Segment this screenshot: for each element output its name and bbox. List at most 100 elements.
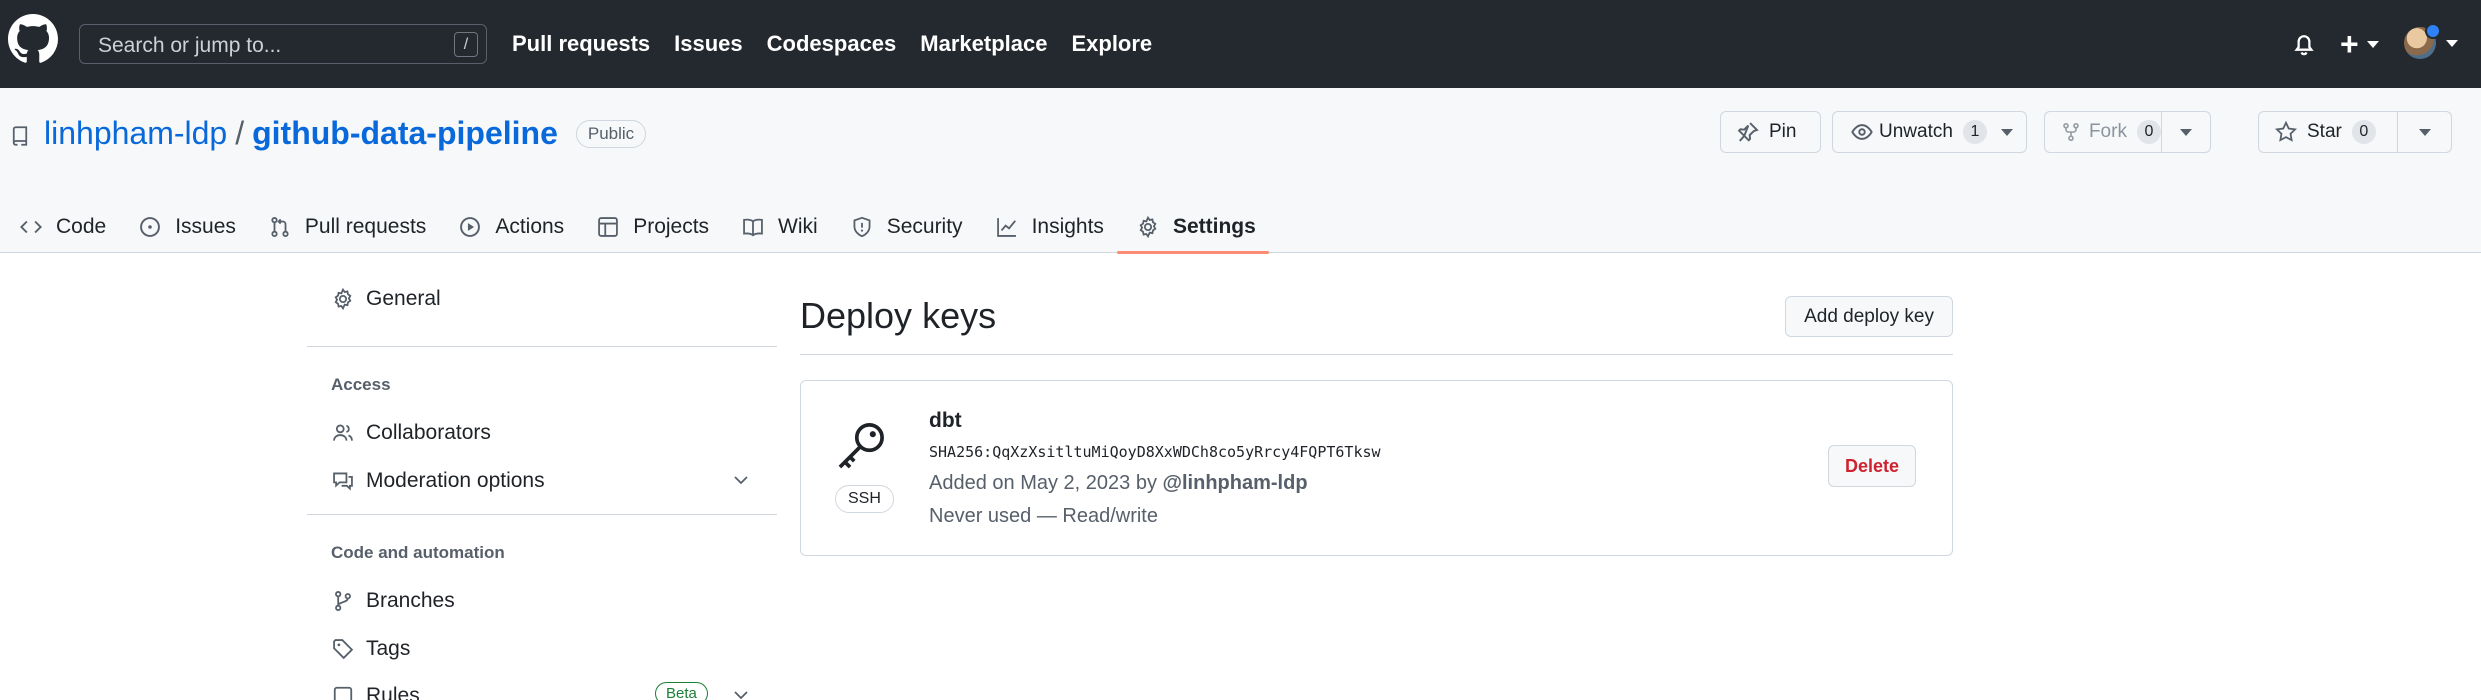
- fork-label: Fork: [2088, 121, 2127, 142]
- key-title: dbt: [929, 409, 962, 432]
- chevron-down-icon: [734, 691, 748, 700]
- repo-push-icon: [333, 686, 353, 700]
- sidebar-item-label: General: [366, 287, 441, 310]
- nav-codespaces[interactable]: Codespaces: [767, 31, 897, 57]
- sidebar-item-moderation[interactable]: Moderation options: [307, 459, 777, 503]
- avatar: [2404, 23, 2441, 59]
- settings-sidebar: General Access Collaborators Moderation …: [307, 253, 777, 700]
- fork-button[interactable]: Fork 0: [2044, 111, 2211, 153]
- branch-icon: [335, 591, 351, 611]
- eye-icon: [1851, 124, 1873, 140]
- notifications-bell-icon[interactable]: [2291, 31, 2317, 57]
- sidebar-item-tags[interactable]: Tags: [307, 627, 777, 671]
- pin-label: Pin: [1769, 121, 1797, 142]
- repo-owner-link[interactable]: linhpham-ldp: [44, 115, 227, 152]
- tab-label: Code: [56, 214, 107, 238]
- repo-title: linhpham-ldp / github-data-pipeline Publ…: [44, 115, 647, 152]
- beta-badge: Beta: [655, 682, 708, 700]
- sidebar-divider: [307, 346, 777, 347]
- tab-wiki[interactable]: Wiki: [722, 200, 831, 253]
- gear-icon: [334, 288, 352, 310]
- star-button[interactable]: Star 0: [2258, 111, 2452, 153]
- tab-pull-requests[interactable]: Pull requests: [249, 200, 439, 253]
- sidebar-heading-access: Access: [331, 375, 391, 394]
- chevron-down-icon: [734, 476, 748, 485]
- tab-label: Issues: [175, 214, 236, 238]
- tab-settings[interactable]: Settings: [1116, 200, 1269, 254]
- nav-marketplace[interactable]: Marketplace: [920, 31, 1047, 57]
- sidebar-heading-code-automation: Code and automation: [331, 543, 505, 562]
- sidebar-item-label: Collaborators: [366, 421, 491, 444]
- sidebar-item-label: Tags: [366, 637, 411, 660]
- repo-icon: [12, 126, 28, 146]
- tab-label: Actions: [495, 214, 565, 238]
- nav-pull-requests[interactable]: Pull requests: [512, 31, 650, 57]
- key-added-date: Added on May 2, 2023 by: [929, 472, 1163, 494]
- nav-explore[interactable]: Explore: [1071, 31, 1152, 57]
- sidebar-item-label: Rules: [366, 684, 420, 700]
- fork-icon: [2063, 122, 2079, 142]
- create-new-menu[interactable]: +: [2340, 27, 2379, 61]
- user-menu[interactable]: [2404, 23, 2458, 59]
- search-placeholder: Search or jump to...: [98, 34, 282, 57]
- nav-issues[interactable]: Issues: [674, 31, 743, 57]
- play-icon: [460, 216, 481, 237]
- star-count: 0: [2351, 120, 2376, 144]
- repo-tabs: Code Issues Pull requests Actions Projec…: [0, 200, 1269, 254]
- sidebar-item-general[interactable]: General: [307, 277, 777, 321]
- chevron-down-icon: [2000, 128, 2013, 136]
- star-icon: [2275, 121, 2297, 142]
- shield-icon: [853, 216, 871, 237]
- chevron-down-icon: [2418, 128, 2431, 136]
- sidebar-item-branches[interactable]: Branches: [307, 579, 777, 623]
- key-icon: [838, 423, 884, 469]
- delete-key-button[interactable]: Delete: [1827, 445, 1916, 487]
- tab-actions[interactable]: Actions: [439, 200, 577, 253]
- tab-issues[interactable]: Issues: [119, 200, 249, 253]
- table-icon: [598, 216, 619, 237]
- tab-label: Wiki: [778, 214, 818, 238]
- sidebar-divider: [307, 514, 777, 515]
- comment-discussion-icon: [333, 472, 353, 491]
- page-title: Deploy keys: [800, 295, 997, 336]
- book-icon: [743, 218, 763, 236]
- repo-name-link[interactable]: github-data-pipeline: [252, 115, 558, 152]
- pin-button[interactable]: Pin: [1720, 111, 1821, 153]
- search-shortcut-key: /: [454, 32, 478, 57]
- gear-icon: [1139, 215, 1157, 238]
- chevron-down-icon: [2446, 39, 2458, 47]
- add-deploy-key-button[interactable]: Add deploy key: [1785, 296, 1953, 337]
- sidebar-item-label: Moderation options: [366, 469, 545, 492]
- watch-count: 1: [1962, 120, 1987, 144]
- star-label: Star: [2307, 121, 2342, 142]
- repo-header: linhpham-ldp / github-data-pipeline Publ…: [0, 88, 2481, 254]
- key-usage-info: Never used — Read/write: [929, 505, 1158, 527]
- key-added-by-link[interactable]: @linhpham-ldp: [1163, 472, 1308, 494]
- sidebar-item-rules[interactable]: Rules Beta: [307, 674, 777, 700]
- key-fingerprint: SHA256:QqXzXsitltuMiQoyD8XxWDCh8co5yRrcy…: [929, 443, 1381, 461]
- chevron-down-icon: [2366, 40, 2379, 48]
- github-logo-icon[interactable]: [8, 14, 58, 64]
- tab-label: Projects: [633, 214, 710, 238]
- sidebar-item-collaborators[interactable]: Collaborators: [307, 411, 777, 455]
- watch-button[interactable]: Unwatch 1: [1832, 111, 2027, 153]
- tab-label: Insights: [1031, 214, 1104, 238]
- search-input[interactable]: Search or jump to... /: [79, 24, 487, 64]
- status-dot: [2425, 23, 2441, 39]
- code-icon: [20, 220, 42, 233]
- watch-label: Unwatch: [1879, 121, 1953, 142]
- tab-label: Pull requests: [304, 214, 427, 238]
- repo-path-separator: /: [235, 115, 245, 151]
- sidebar-item-label: Branches: [366, 589, 455, 612]
- tab-security[interactable]: Security: [831, 200, 976, 253]
- plus-icon: +: [2340, 26, 2359, 62]
- star-lists-dropdown[interactable]: [2397, 111, 2451, 153]
- fork-options-dropdown[interactable]: [2160, 111, 2210, 153]
- chevron-down-icon: [2179, 128, 2192, 136]
- global-header: Search or jump to... / Pull requests Iss…: [0, 0, 2481, 88]
- pull-request-icon: [271, 216, 289, 237]
- tab-code[interactable]: Code: [0, 200, 119, 253]
- tab-insights[interactable]: Insights: [976, 200, 1117, 253]
- tab-projects[interactable]: Projects: [577, 200, 722, 253]
- fork-count: 0: [2136, 120, 2161, 144]
